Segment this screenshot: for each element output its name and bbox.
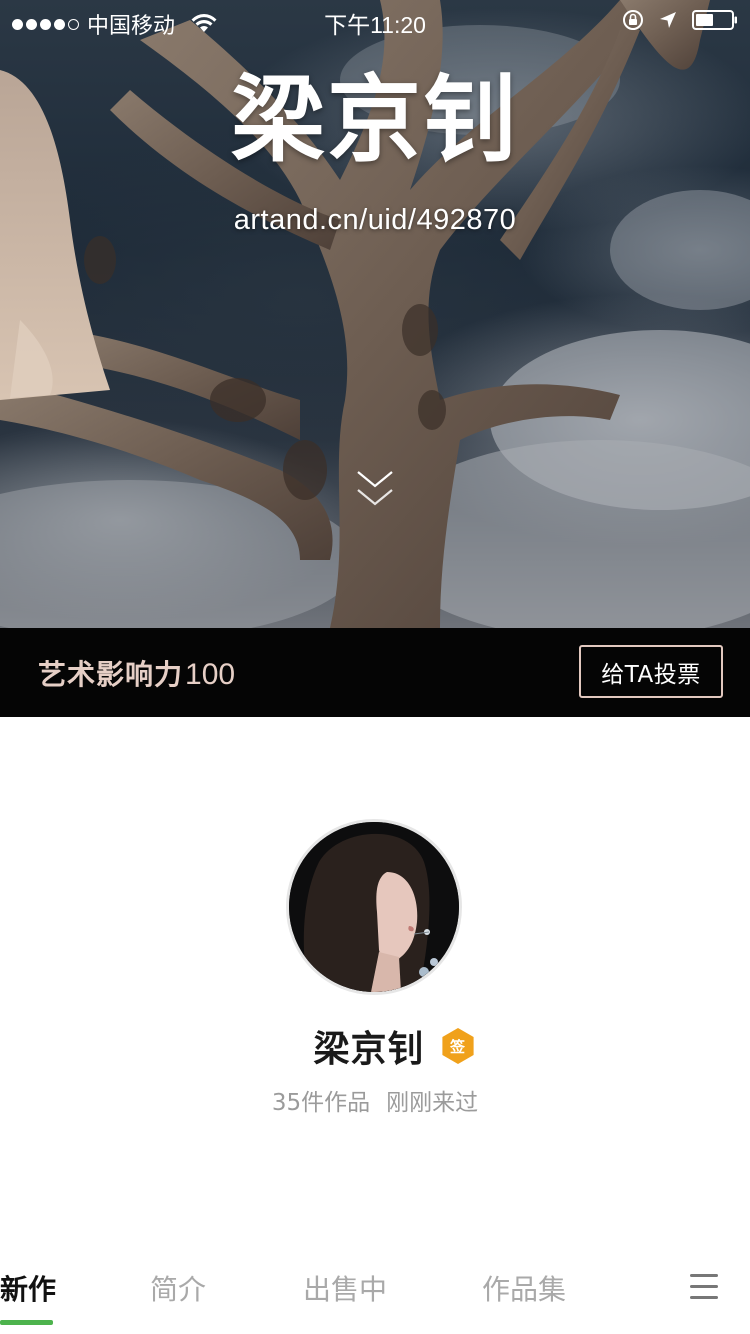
vote-button[interactable]: 给TA投票 — [579, 645, 723, 698]
tab-portfolio[interactable]: 作品集 — [482, 1268, 566, 1308]
works-count: 35件作品 — [271, 1090, 371, 1116]
profile-name-row: 梁京钊 签 — [0, 1020, 750, 1072]
status-bar-right — [622, 9, 738, 31]
active-tab-indicator — [0, 1320, 53, 1325]
influence-bar: 艺术影响力100 给TA投票 — [0, 628, 750, 717]
menu-icon[interactable] — [690, 1274, 720, 1300]
signed-badge-label: 签 — [449, 1037, 465, 1056]
status-bar: 中国移动 下午11:20 — [0, 0, 750, 40]
influence-score: 艺术影响力100 — [38, 653, 235, 693]
profile-name: 梁京钊 — [313, 1029, 425, 1070]
location-arrow-icon — [660, 12, 676, 28]
profile-stats: 35件作品 刚刚来过 — [0, 1083, 750, 1117]
tab-new-works[interactable]: 新作 — [0, 1268, 56, 1308]
orientation-lock-icon — [623, 10, 643, 30]
tab-for-sale[interactable]: 出售中 — [303, 1268, 387, 1308]
tab-bio[interactable]: 简介 — [150, 1268, 206, 1308]
hero-artist-name: 梁京钊 — [230, 65, 519, 175]
avatar[interactable] — [286, 819, 462, 995]
avatar-portrait — [289, 822, 459, 992]
battery-icon — [692, 10, 737, 30]
influence-value: 100 — [185, 658, 236, 691]
last-seen: 刚刚来过 — [386, 1090, 479, 1116]
hero-profile-url[interactable]: artand.cn/uid/492870 — [0, 204, 750, 237]
influence-label: 艺术影响力 — [38, 658, 184, 691]
signed-badge-icon: 签 — [439, 1027, 477, 1065]
chevron-down-icon[interactable] — [356, 468, 394, 510]
profile-tabbar: 新作 简介 出售中 作品集 — [0, 1250, 750, 1334]
